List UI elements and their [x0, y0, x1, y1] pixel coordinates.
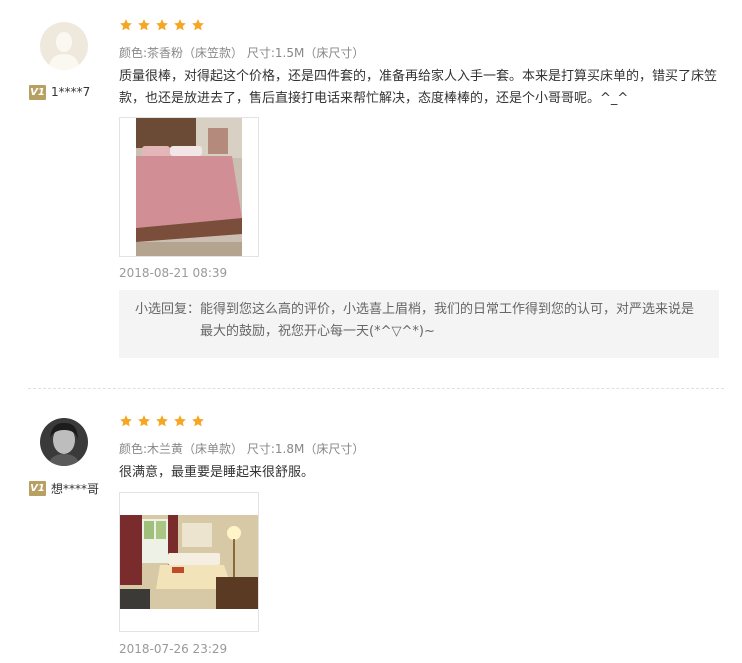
star-icon	[138, 19, 150, 31]
review-photo[interactable]	[119, 117, 259, 257]
bedroom-photo	[120, 493, 258, 631]
review-text: 很满意，最重要是睡起来很舒服。	[119, 465, 315, 480]
user-info: V1 1****7	[29, 84, 90, 100]
review-date: 2018-08-21 08:39	[119, 266, 228, 280]
star-icon	[138, 415, 150, 427]
star-icon	[192, 415, 204, 427]
user-info: V1 想****哥	[29, 480, 99, 496]
username: 1****7	[51, 85, 91, 99]
star-icon	[174, 415, 186, 427]
vip-badge: V1	[29, 84, 46, 100]
reply-text: 能得到您这么高的评价，小选喜上眉梢，我们的日常工作得到您的认可，对严选来说是最大…	[200, 302, 695, 339]
user-portrait-icon	[40, 418, 88, 466]
review-photo[interactable]	[119, 492, 259, 632]
product-spec: 颜色:木兰黄（床单款） 尺寸:1.8M（床尺寸）	[119, 442, 365, 456]
star-icon	[156, 415, 168, 427]
review-divider	[28, 388, 724, 389]
vip-badge: V1	[29, 480, 46, 496]
reply-label: 小选回复：	[135, 302, 201, 317]
star-rating	[119, 18, 205, 32]
review-date: 2018-07-26 23:29	[119, 642, 228, 656]
star-icon	[174, 19, 186, 31]
username: 想****哥	[51, 481, 100, 496]
avatar-user[interactable]	[40, 418, 88, 466]
review-item: V1 想****哥 颜色:木兰黄（床单款） 尺寸:1.8M（床尺寸） 很满意，最…	[0, 390, 742, 663]
star-icon	[120, 19, 132, 31]
avatar-default[interactable]	[40, 22, 88, 70]
seller-reply: 小选回复： 能得到您这么高的评价，小选喜上眉梢，我们的日常工作得到您的认可，对严…	[119, 290, 719, 358]
default-user-icon	[40, 22, 88, 70]
review-text: 质量很棒，对得起这个价格，还是四件套的，准备再给家人入手一套。本来是打算买床单的…	[119, 69, 718, 106]
star-icon	[156, 19, 168, 31]
star-icon	[192, 19, 204, 31]
product-spec: 颜色:茶香粉（床笠款） 尺寸:1.5M（床尺寸）	[119, 46, 365, 60]
bedroom-photo	[120, 118, 258, 256]
star-rating	[119, 414, 205, 428]
review-item: V1 1****7 颜色:茶香粉（床笠款） 尺寸:1.5M（床尺寸） 质量很棒，…	[0, 0, 742, 388]
star-icon	[120, 415, 132, 427]
